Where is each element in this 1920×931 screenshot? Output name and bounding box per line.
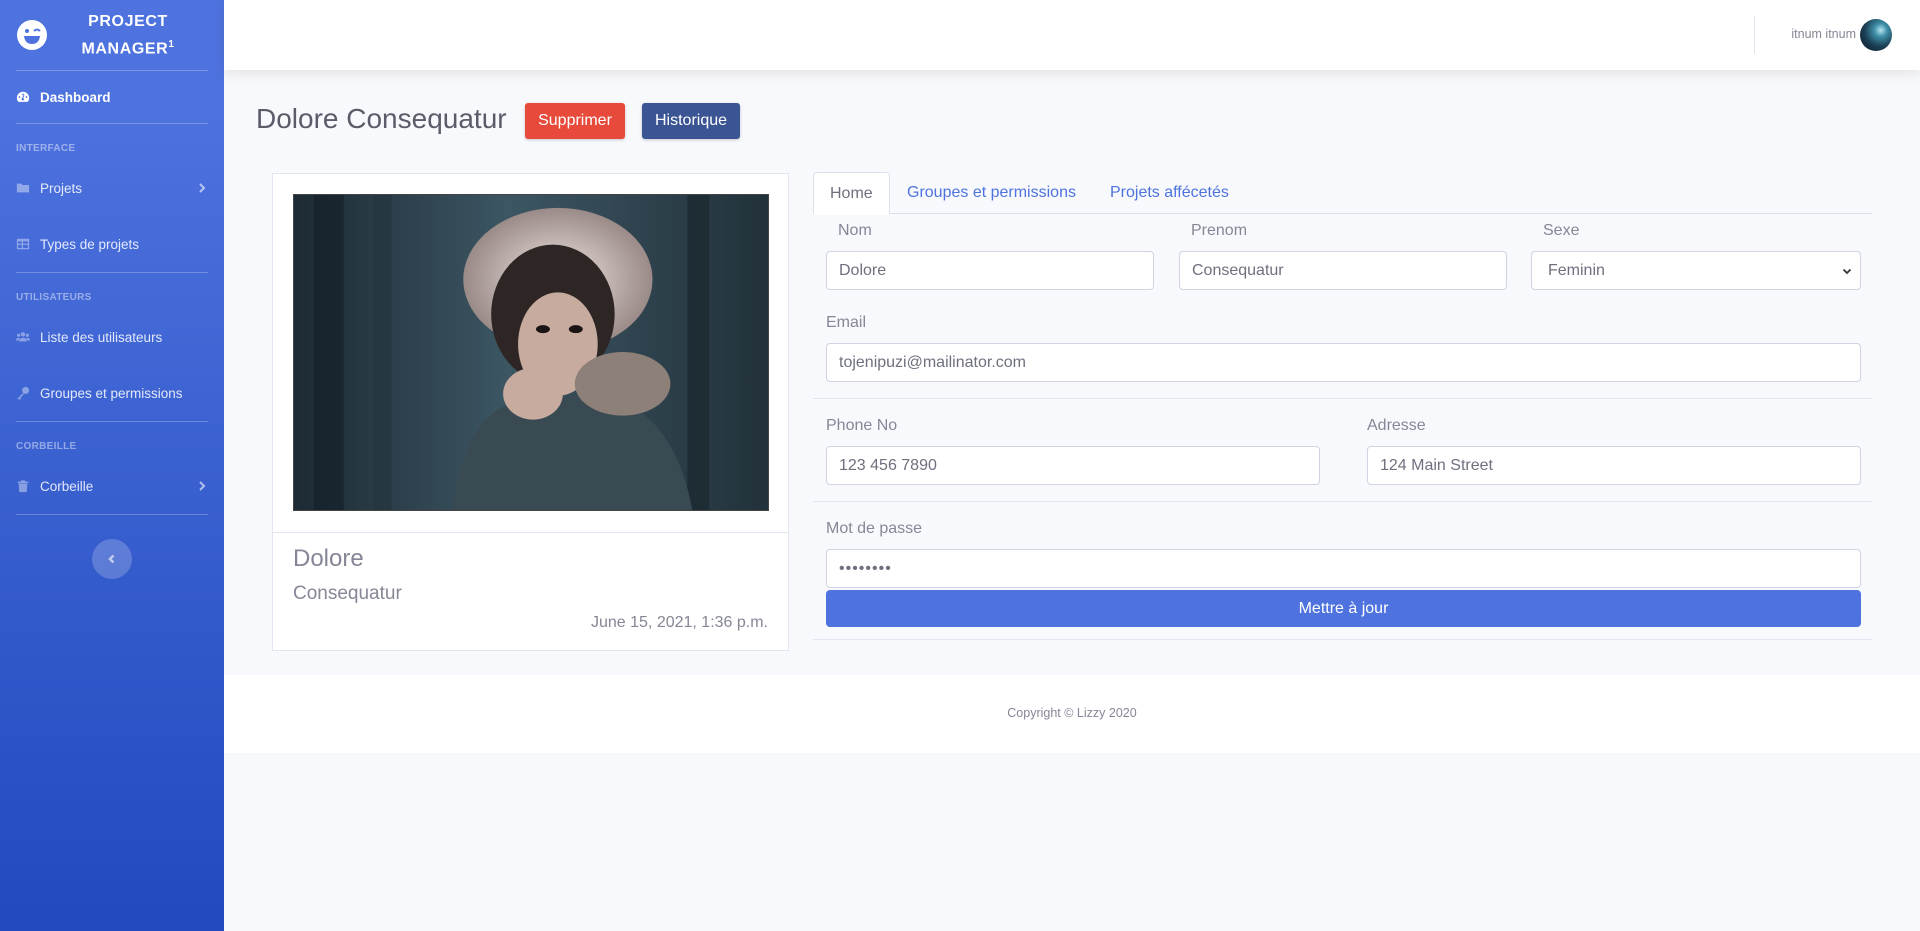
- tab-bar: Home Groupes et permissions Projets affé…: [813, 172, 1872, 215]
- topbar: itnum itnum: [224, 0, 1920, 70]
- avatar[interactable]: [1860, 19, 1892, 51]
- tachometer-icon: [16, 91, 30, 102]
- form-divider: [813, 398, 1872, 399]
- chevron-right-icon: [199, 183, 206, 193]
- topbar-divider: [1754, 16, 1755, 54]
- folder-icon: [16, 183, 30, 193]
- prenom-label: Prenom: [1191, 222, 1248, 239]
- phone-field[interactable]: [826, 446, 1320, 485]
- update-button[interactable]: Mettre à jour: [826, 590, 1861, 627]
- profile-last-name: Consequatur: [293, 583, 402, 604]
- sidebar-item-label: Projets: [40, 180, 83, 196]
- email-label: Email: [826, 314, 867, 331]
- sidebar-item-liste-utilisateurs[interactable]: Liste des utilisateurs: [0, 309, 224, 365]
- sidebar-divider: [16, 514, 208, 515]
- nom-field[interactable]: [826, 251, 1154, 290]
- adresse-field[interactable]: [1367, 446, 1861, 485]
- profile-card-footer: Dolore Consequatur June 15, 2021, 1:36 p…: [273, 532, 788, 650]
- adresse-label: Adresse: [1367, 417, 1426, 434]
- sidebar-item-types-projets[interactable]: Types de projets: [0, 216, 224, 272]
- sidebar-heading-corbeille: Corbeille: [16, 441, 77, 452]
- page-title: Dolore Consequatur: [256, 103, 507, 134]
- footer: Copyright © Lizzy 2020: [224, 675, 1920, 753]
- profile-date: June 15, 2021, 1:36 p.m.: [590, 614, 768, 631]
- sidebar-toggle-button[interactable]: [92, 539, 132, 579]
- nom-label: Nom: [838, 222, 872, 239]
- sidebar-item-label: Liste des utilisateurs: [40, 329, 163, 345]
- sidebar-heading-utilisateurs: Utilisateurs: [16, 292, 92, 303]
- sidebar-heading-interface: Interface: [16, 143, 76, 154]
- sidebar-brand[interactable]: Project Manager1: [0, 0, 224, 70]
- profile-photo: [293, 194, 769, 511]
- chevron-right-icon: [199, 481, 206, 491]
- sidebar-item-label: Corbeille: [40, 478, 94, 494]
- trash-icon: [17, 480, 29, 493]
- phone-label: Phone No: [826, 417, 898, 434]
- user-tabs-panel: Home Groupes et permissions Projets affé…: [813, 172, 1872, 640]
- sidebar-item-label: Types de projets: [40, 236, 140, 252]
- sidebar-item-dashboard[interactable]: Dashboard: [0, 71, 224, 123]
- sidebar: Project Manager1 Dashboard Interface Pro…: [0, 0, 224, 931]
- sexe-select[interactable]: Feminin: [1531, 251, 1861, 290]
- sidebar-item-projets[interactable]: Projets: [0, 160, 224, 216]
- email-field[interactable]: [826, 343, 1861, 382]
- sexe-label: Sexe: [1543, 222, 1580, 239]
- form-divider: [813, 501, 1872, 502]
- tab-projets-affectes[interactable]: Projets affécetés: [1110, 172, 1229, 214]
- table-icon: [16, 238, 30, 250]
- key-icon: [17, 386, 30, 400]
- password-label: Mot de passe: [826, 520, 923, 537]
- profile-card: Dolore Consequatur June 15, 2021, 1:36 p…: [272, 173, 789, 651]
- password-field[interactable]: [826, 549, 1861, 588]
- laugh-wink-icon: [17, 20, 47, 50]
- delete-button[interactable]: Supprimer: [525, 103, 625, 139]
- prenom-field[interactable]: [1179, 251, 1507, 290]
- tab-home[interactable]: Home: [813, 172, 890, 215]
- history-button[interactable]: Historique: [642, 103, 740, 139]
- brand-line-1: Project: [88, 12, 168, 30]
- main-content: Dolore Consequatur Supprimer Historique: [224, 70, 1920, 675]
- sidebar-item-label: Groupes et permissions: [40, 385, 183, 401]
- sidebar-item-corbeille[interactable]: Corbeille: [0, 458, 224, 514]
- sidebar-item-label: Dashboard: [40, 89, 111, 105]
- brand-sup: 1: [168, 38, 175, 50]
- user-name[interactable]: itnum itnum: [1791, 27, 1856, 41]
- brand-line-2: Manager: [81, 40, 169, 58]
- copyright-text: Copyright © Lizzy 2020: [1007, 706, 1137, 720]
- brand-name: Project Manager1: [48, 10, 208, 60]
- profile-photo-image: [294, 195, 768, 510]
- sidebar-item-groupes-permissions[interactable]: Groupes et permissions: [0, 365, 224, 421]
- users-icon: [16, 332, 30, 342]
- chevron-left-icon: [108, 554, 115, 564]
- form-divider: [813, 639, 1872, 640]
- tab-groupes-permissions[interactable]: Groupes et permissions: [907, 172, 1076, 214]
- profile-first-name: Dolore: [293, 545, 364, 572]
